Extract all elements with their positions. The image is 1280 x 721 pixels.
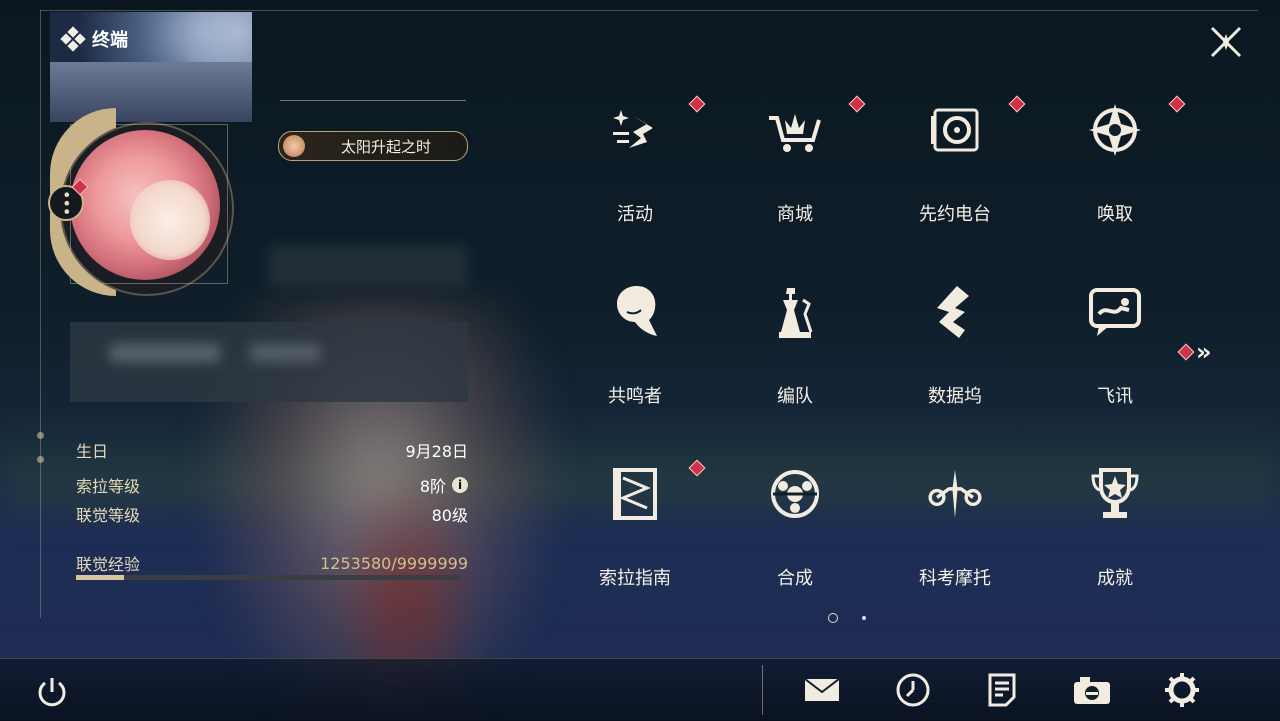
divider (280, 100, 466, 101)
menu-item-label: 编队 (777, 386, 813, 407)
union-exp-row: 联觉经验 1253580/9999999 (76, 551, 468, 575)
data-bank-icon (925, 282, 985, 342)
motorbike-icon (925, 464, 985, 524)
menu-item-events[interactable]: 活动 (575, 80, 706, 225)
avatar-frame (70, 124, 228, 284)
sol-rank-label: 索拉等级 (76, 477, 141, 496)
menu-item-label: 索拉指南 (599, 568, 671, 589)
mail-button[interactable] (802, 670, 842, 710)
next-page-button[interactable]: » (1177, 338, 1212, 366)
union-level-label: 联觉等级 (76, 506, 141, 525)
player-name-redacted (268, 245, 468, 287)
menu-item-label: 合成 (777, 568, 813, 589)
menu-item-label: 唤取 (1097, 204, 1133, 225)
union-exp-label: 联觉经验 (76, 555, 141, 574)
menu-item-team[interactable]: 编队 (735, 262, 855, 407)
union-level-value: 80级 (431, 506, 468, 525)
notification-badge (688, 95, 706, 113)
team-chess-icon (765, 282, 825, 342)
camera-icon (1074, 677, 1110, 704)
union-exp-progress-bar (76, 575, 460, 580)
frame-marker (37, 432, 44, 439)
power-button[interactable] (34, 674, 70, 710)
menu-item-motorbike[interactable]: 科考摩托 (895, 444, 1015, 589)
player-signature-redacted[interactable] (70, 322, 468, 402)
toolbar-divider (762, 665, 763, 715)
messenger-icon (1085, 282, 1145, 342)
menu-item-label: 共鸣者 (608, 386, 662, 407)
notification-badge (848, 95, 866, 113)
page-title-text: 终端 (92, 30, 128, 51)
frame-marker (37, 456, 44, 463)
history-button[interactable] (893, 670, 933, 710)
menu-item-convene[interactable]: 唤取 (1055, 80, 1186, 225)
more-vertical-icon: ••• (57, 190, 76, 216)
clock-icon (896, 673, 930, 707)
close-icon (1210, 26, 1242, 58)
title-badge-portrait-icon (283, 135, 305, 157)
shop-cart-icon (765, 100, 825, 160)
union-exp-progress-fill (76, 575, 125, 580)
event-sparkle-icon (605, 100, 665, 160)
mail-icon (804, 678, 840, 701)
player-title-text: 太阳升起之时 (340, 137, 431, 156)
menu-item-data-bank[interactable]: 数据坞 (895, 262, 1015, 407)
menu-grid: 活动 商城 先约电台 唤取 共鸣者 编队 数据坞 飞讯 索拉指南 合成 科考摩托… (555, 80, 1200, 600)
page-dot[interactable] (862, 616, 866, 620)
settings-button[interactable] (1162, 670, 1202, 710)
menu-item-messenger[interactable]: 飞讯 (1055, 262, 1175, 407)
notice-button[interactable] (982, 670, 1022, 710)
page-dot-active[interactable] (828, 613, 838, 623)
menu-item-label: 活动 (617, 204, 653, 225)
menu-item-guidebook[interactable]: 索拉指南 (575, 444, 706, 589)
union-exp-value: 1253580/9999999 (320, 553, 468, 573)
menu-item-label: 先约电台 (919, 204, 991, 225)
guidebook-icon (605, 464, 665, 524)
camera-button[interactable] (1072, 670, 1112, 710)
convene-star-icon (1085, 100, 1145, 160)
menu-item-label: 商城 (777, 204, 813, 225)
info-icon[interactable]: i (452, 477, 468, 493)
menu-item-label: 飞讯 (1097, 386, 1133, 407)
close-button[interactable] (1208, 24, 1244, 60)
menu-item-label: 成就 (1097, 568, 1133, 589)
notification-badge (1177, 343, 1195, 361)
frame-top-line (40, 10, 1258, 11)
notification-badge (1008, 95, 1026, 113)
birthday-label: 生日 (76, 442, 109, 461)
frame-left-line (40, 10, 41, 618)
menu-item-shop[interactable]: 商城 (735, 80, 866, 225)
birthday-value: 9月28日 (405, 442, 468, 461)
menu-item-label: 科考摩托 (919, 568, 991, 589)
menu-item-radio[interactable]: 先约电台 (895, 80, 1026, 225)
gear-icon (1165, 673, 1199, 707)
power-icon (38, 678, 66, 707)
radio-icon (925, 100, 985, 160)
trophy-icon (1085, 464, 1145, 524)
notice-document-icon (988, 673, 1016, 707)
notification-badge (688, 459, 706, 477)
menu-item-label: 数据坞 (928, 386, 982, 407)
double-chevron-right-icon: » (1196, 338, 1212, 366)
sol-rank-value: 8阶 (419, 477, 446, 496)
union-level-row: 联觉等级 80级 (76, 502, 468, 526)
menu-item-achievements[interactable]: 成就 (1055, 444, 1175, 589)
notification-badge (1168, 95, 1186, 113)
synthesis-icon (765, 464, 825, 524)
birthday-row: 生日 9月28日 (76, 438, 468, 462)
page-title: 终端 (60, 26, 128, 52)
player-title-badge[interactable]: 太阳升起之时 (278, 131, 468, 161)
menu-item-resonators[interactable]: 共鸣者 (575, 262, 695, 407)
page-indicator (828, 613, 866, 623)
sol-rank-row: 索拉等级 8阶 i (76, 473, 468, 497)
terminal-diamond-icon (60, 26, 86, 52)
resonator-icon (605, 282, 665, 342)
menu-item-synthesis[interactable]: 合成 (735, 444, 855, 589)
